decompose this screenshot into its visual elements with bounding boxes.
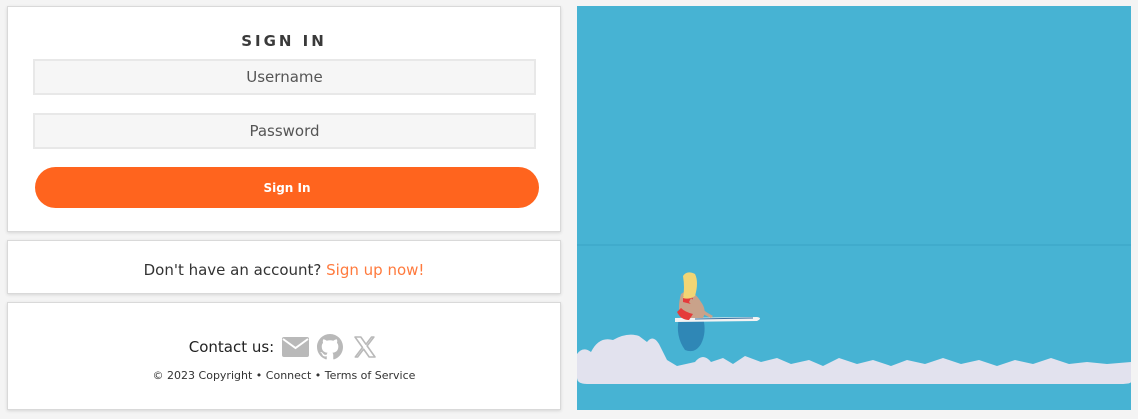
sign-up-line: Don't have an account? Sign up now! <box>8 261 560 279</box>
terms-link[interactable]: Terms of Service <box>325 369 416 382</box>
copyright-text: © 2023 Copyright <box>152 369 253 382</box>
sign-up-prompt: Don't have an account? <box>143 261 322 279</box>
contact-card: Contact us: © 2023 Copyright • Connect •… <box>7 302 561 410</box>
paddleboard-illustration <box>577 6 1131 410</box>
sign-up-link[interactable]: Sign up now! <box>326 261 424 279</box>
separator: • <box>255 369 263 382</box>
contact-label: Contact us: <box>188 338 275 356</box>
connect-link[interactable]: Connect <box>266 369 311 382</box>
x-twitter-icon[interactable] <box>351 333 379 361</box>
username-input[interactable] <box>33 59 536 95</box>
github-icon[interactable] <box>316 333 344 361</box>
sign-in-title: SIGN IN <box>241 32 327 50</box>
contact-row: Contact us: <box>8 333 560 361</box>
footer-line: © 2023 Copyright • Connect • Terms of Se… <box>8 369 560 382</box>
password-input[interactable] <box>33 113 536 149</box>
sign-in-card: SIGN IN Sign In <box>7 6 561 232</box>
separator: • <box>314 369 322 382</box>
envelope-icon[interactable] <box>281 333 309 361</box>
sign-in-button[interactable]: Sign In <box>35 167 539 208</box>
sign-up-card: Don't have an account? Sign up now! <box>7 240 561 294</box>
